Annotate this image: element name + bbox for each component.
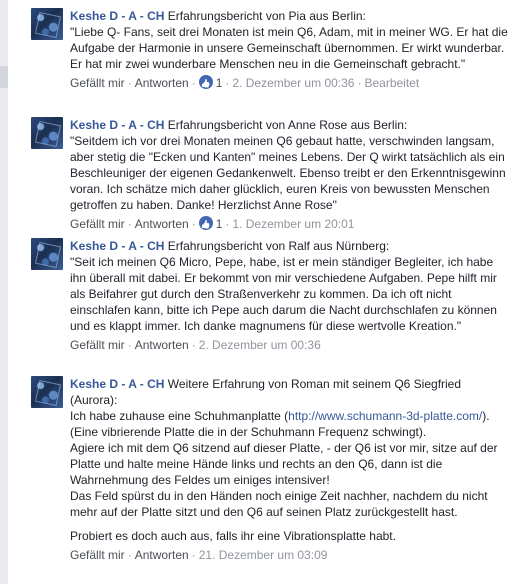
avatar[interactable] [31, 117, 63, 149]
comment-author[interactable]: Keshe D - A - CH [70, 239, 164, 253]
separator: · [127, 548, 132, 562]
comment-actions: Gefällt mir·Antworten·1·1. Dezember um 2… [70, 216, 510, 232]
comment-text: Keshe D - A - CH Erfahrungsbericht von R… [70, 238, 510, 334]
like-button[interactable]: Gefällt mir [70, 548, 125, 562]
comment-actions: Gefällt mir · Antworten · 21. Dezember um 03… [70, 547, 510, 563]
timestamp[interactable]: 2. Dezember um 00:36 [199, 338, 321, 352]
comment-body: Keshe D - A - CH Erfahrungsbericht von R… [70, 238, 510, 353]
separator: · [191, 76, 196, 90]
like-button[interactable]: Gefällt mir [70, 76, 125, 90]
like-count[interactable]: 1 [216, 217, 223, 231]
comment-content: "Seit ich meinen Q6 Micro, Pepe, habe, i… [70, 255, 501, 333]
avatar[interactable] [31, 376, 63, 408]
comment-text: Keshe D - A - CH Erfahrungsbericht von P… [70, 8, 510, 72]
comment-content-start: Ich habe zuhause eine Schuhmanplatte ( [70, 409, 289, 423]
timestamp[interactable]: 21. Dezember um 03:09 [199, 548, 328, 562]
separator: · [127, 338, 132, 352]
separator: · [191, 338, 196, 352]
comment-content: "Liebe Q- Fans, seit drei Monaten ist me… [70, 25, 511, 71]
reply-button[interactable]: Antworten [135, 76, 189, 90]
comment-text: Keshe D - A - CH Weitere Erfahrung von R… [70, 376, 510, 520]
comment-text: Keshe D - A - CH Erfahrungsbericht von A… [70, 117, 510, 213]
comment-body: Keshe D - A - CH Weitere Erfahrung von R… [70, 376, 510, 563]
avatar[interactable] [31, 8, 63, 40]
comment-actions: Gefällt mir · Antworten · 2. Dezember um 00:… [70, 337, 510, 353]
reply-button[interactable]: Antworten [135, 548, 189, 562]
separator: · [191, 548, 196, 562]
separator: · [225, 76, 230, 90]
comment-intro: Erfahrungsbericht von Ralf aus Nürnberg: [164, 239, 390, 253]
comment-intro: Erfahrungsbericht von Anne Rose aus Berl… [164, 118, 408, 132]
separator: · [357, 76, 362, 90]
like-button[interactable]: Gefällt mir [70, 217, 125, 231]
edited-label[interactable]: Bearbeitet [364, 76, 419, 90]
comment-actions: Gefällt mir·Antworten·1·2. Dezember um 0… [70, 75, 510, 91]
thumbs-up-icon[interactable] [198, 75, 213, 89]
thumbs-up-icon[interactable] [198, 216, 213, 230]
comment-author[interactable]: Keshe D - A - CH [70, 118, 164, 132]
separator: · [225, 217, 230, 231]
like-button[interactable]: Gefällt mir [70, 338, 125, 352]
reply-button[interactable]: Antworten [135, 217, 189, 231]
timestamp[interactable]: 2. Dezember um 00:36 [232, 76, 354, 90]
like-count[interactable]: 1 [216, 76, 223, 90]
comment-content-end: ). (Eine vibrierende Platte die in der S… [70, 409, 498, 519]
gutter-indicator [0, 66, 8, 88]
comment-body: Keshe D - A - CH Erfahrungsbericht von A… [70, 117, 510, 232]
avatar[interactable] [31, 238, 63, 270]
separator: · [127, 217, 132, 231]
comment-author[interactable]: Keshe D - A - CH [70, 9, 164, 23]
timestamp[interactable]: 1. Dezember um 20:01 [232, 217, 354, 231]
separator: · [191, 217, 196, 231]
comment-author[interactable]: Keshe D - A - CH [70, 377, 164, 391]
comment-body: Keshe D - A - CH Erfahrungsbericht von P… [70, 8, 510, 91]
external-link[interactable]: http://www.schumann-3d-platte.com/ [288, 409, 482, 423]
comment-closing: Probiert es doch auch aus, falls ihr ein… [70, 529, 396, 543]
left-gutter [0, 0, 8, 584]
comment-intro: Erfahrungsbericht von Pia aus Berlin: [164, 9, 366, 23]
separator: · [127, 76, 132, 90]
comment-content: "Seitdem ich vor drei Monaten meinen Q6 … [70, 134, 509, 212]
reply-button[interactable]: Antworten [135, 338, 189, 352]
